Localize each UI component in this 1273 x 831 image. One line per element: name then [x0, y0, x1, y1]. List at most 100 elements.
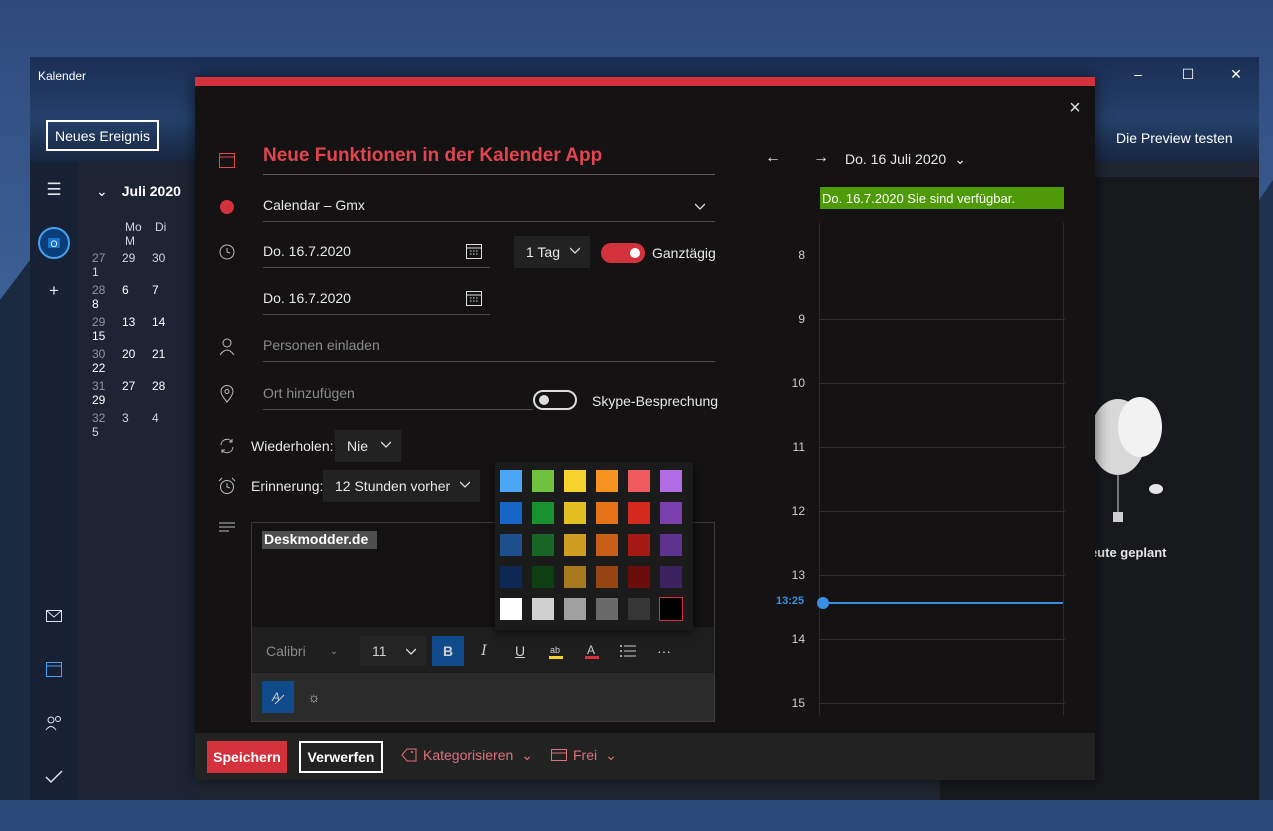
- color-swatch[interactable]: [564, 502, 586, 524]
- new-event-button[interactable]: Neues Ereignis: [46, 120, 159, 151]
- color-swatch[interactable]: [659, 597, 683, 621]
- hour-line: [820, 319, 1065, 320]
- invite-people-input[interactable]: Personen einladen: [263, 329, 715, 362]
- font-color-icon[interactable]: A: [577, 636, 607, 666]
- color-swatch[interactable]: [500, 534, 522, 556]
- color-swatch[interactable]: [660, 534, 682, 556]
- maximize-button[interactable]: ☐: [1165, 63, 1211, 85]
- calendar-nav-icon[interactable]: [42, 657, 66, 681]
- color-swatch[interactable]: [500, 598, 522, 620]
- all-day-toggle[interactable]: [601, 243, 645, 263]
- color-swatch[interactable]: [596, 534, 618, 556]
- color-swatch[interactable]: [532, 502, 554, 524]
- bullet-list-icon[interactable]: [613, 636, 643, 666]
- date-picker-icon[interactable]: [466, 290, 482, 306]
- color-swatch[interactable]: [660, 470, 682, 492]
- end-date-input[interactable]: Do. 16.7.2020: [263, 282, 490, 315]
- toggle-knob: [630, 248, 640, 258]
- italic-icon[interactable]: I: [469, 636, 499, 666]
- color-swatch[interactable]: [564, 598, 586, 620]
- discard-button[interactable]: Verwerfen: [299, 741, 383, 773]
- hamburger-menu-icon[interactable]: ☰: [42, 178, 66, 202]
- repeat-select[interactable]: Nie: [335, 430, 401, 462]
- skype-toggle[interactable]: [533, 390, 577, 410]
- highlight-icon[interactable]: ab: [541, 636, 571, 666]
- format-toolbar: Calibri ⌄ 11 B I U ab A ···: [252, 627, 714, 673]
- chevron-down-icon[interactable]: ⌄: [96, 183, 108, 199]
- chevron-down-icon: [381, 441, 391, 448]
- color-swatch[interactable]: [596, 502, 618, 524]
- event-title-input[interactable]: Neue Funktionen in der Kalender App: [263, 145, 715, 175]
- chevron-down-icon: ⌄: [954, 151, 966, 167]
- color-swatch[interactable]: [660, 566, 682, 588]
- week-row[interactable]: 31 27 2829: [92, 379, 196, 407]
- color-swatch[interactable]: [532, 566, 554, 588]
- color-swatch[interactable]: [532, 598, 554, 620]
- reminder-select[interactable]: 12 Stunden vorher: [323, 470, 480, 502]
- duration-select[interactable]: 1 Tag: [514, 236, 590, 268]
- color-swatch[interactable]: [564, 470, 586, 492]
- day-grid[interactable]: [819, 223, 1065, 715]
- sun-icon[interactable]: ☼: [302, 681, 326, 713]
- week-row[interactable]: 28 6 78: [92, 283, 196, 311]
- location-input[interactable]: Ort hinzufügen: [263, 377, 533, 410]
- svg-text:ab: ab: [550, 645, 560, 655]
- week-row[interactable]: 27 29 301: [92, 251, 196, 279]
- color-swatch[interactable]: [596, 470, 618, 492]
- font-size-select[interactable]: 11: [360, 636, 426, 666]
- close-icon[interactable]: ×: [1065, 98, 1085, 118]
- people-icon[interactable]: [42, 711, 66, 735]
- color-swatch[interactable]: [628, 502, 650, 524]
- next-day-icon[interactable]: →: [813, 149, 829, 167]
- notes-text[interactable]: Deskmodder.de: [262, 531, 378, 549]
- minimize-button[interactable]: –: [1115, 63, 1161, 85]
- color-swatch[interactable]: [532, 470, 554, 492]
- week-row[interactable]: 29 13 1415: [92, 315, 196, 343]
- show-as-button[interactable]: Frei ⌄: [551, 747, 617, 764]
- balloon-illustration-icon: [1090, 397, 1163, 522]
- color-palette: [495, 462, 693, 630]
- add-account-icon[interactable]: +: [42, 279, 66, 303]
- chevron-down-icon: [406, 648, 416, 655]
- week-row[interactable]: 30 20 2122: [92, 347, 196, 375]
- color-swatch[interactable]: [500, 470, 522, 492]
- mini-calendar-month: ⌄ Juli 2020: [96, 183, 181, 199]
- color-swatch[interactable]: [596, 566, 618, 588]
- color-swatch[interactable]: [564, 534, 586, 556]
- alarm-clock-icon: [217, 476, 237, 496]
- outlook-account-icon[interactable]: O: [38, 227, 70, 259]
- color-swatch[interactable]: [532, 534, 554, 556]
- save-button[interactable]: Speichern: [207, 741, 287, 773]
- hour-line: [820, 703, 1065, 704]
- color-swatch[interactable]: [500, 502, 522, 524]
- color-swatch[interactable]: [500, 566, 522, 588]
- date-picker-icon[interactable]: [466, 243, 482, 259]
- underline-icon[interactable]: U: [505, 636, 535, 666]
- color-swatch[interactable]: [660, 502, 682, 524]
- color-swatch[interactable]: [628, 598, 650, 620]
- chevron-down-icon: ⌄: [605, 747, 617, 763]
- color-swatch[interactable]: [564, 566, 586, 588]
- font-name-select[interactable]: Calibri ⌄: [266, 636, 348, 666]
- color-swatch[interactable]: [628, 566, 650, 588]
- color-swatch[interactable]: [628, 470, 650, 492]
- categorize-button[interactable]: Kategorisieren ⌄: [401, 747, 533, 764]
- color-swatch[interactable]: [596, 598, 618, 620]
- bold-icon[interactable]: B: [432, 636, 464, 666]
- color-swatch[interactable]: [628, 534, 650, 556]
- close-window-button[interactable]: ✕: [1213, 63, 1259, 85]
- text-format-icon[interactable]: A: [262, 681, 294, 713]
- previous-day-icon[interactable]: ←: [765, 149, 781, 167]
- calendar-select[interactable]: Calendar – Gmx: [263, 189, 715, 222]
- todo-icon[interactable]: [42, 765, 66, 789]
- preview-link[interactable]: Die Preview testen: [1116, 130, 1233, 146]
- start-date-input[interactable]: Do. 16.7.2020: [263, 235, 490, 268]
- toggle-knob: [539, 395, 549, 405]
- day-view-date-select[interactable]: Do. 16 Juli 2020 ⌄: [845, 151, 966, 168]
- calendar-color-dot-icon: [217, 197, 237, 217]
- more-options-icon[interactable]: ···: [649, 636, 679, 666]
- current-time-dot: [817, 597, 829, 609]
- hour-line: [820, 383, 1065, 384]
- week-row[interactable]: 32 3 45: [92, 411, 196, 439]
- mail-icon[interactable]: [42, 604, 66, 628]
